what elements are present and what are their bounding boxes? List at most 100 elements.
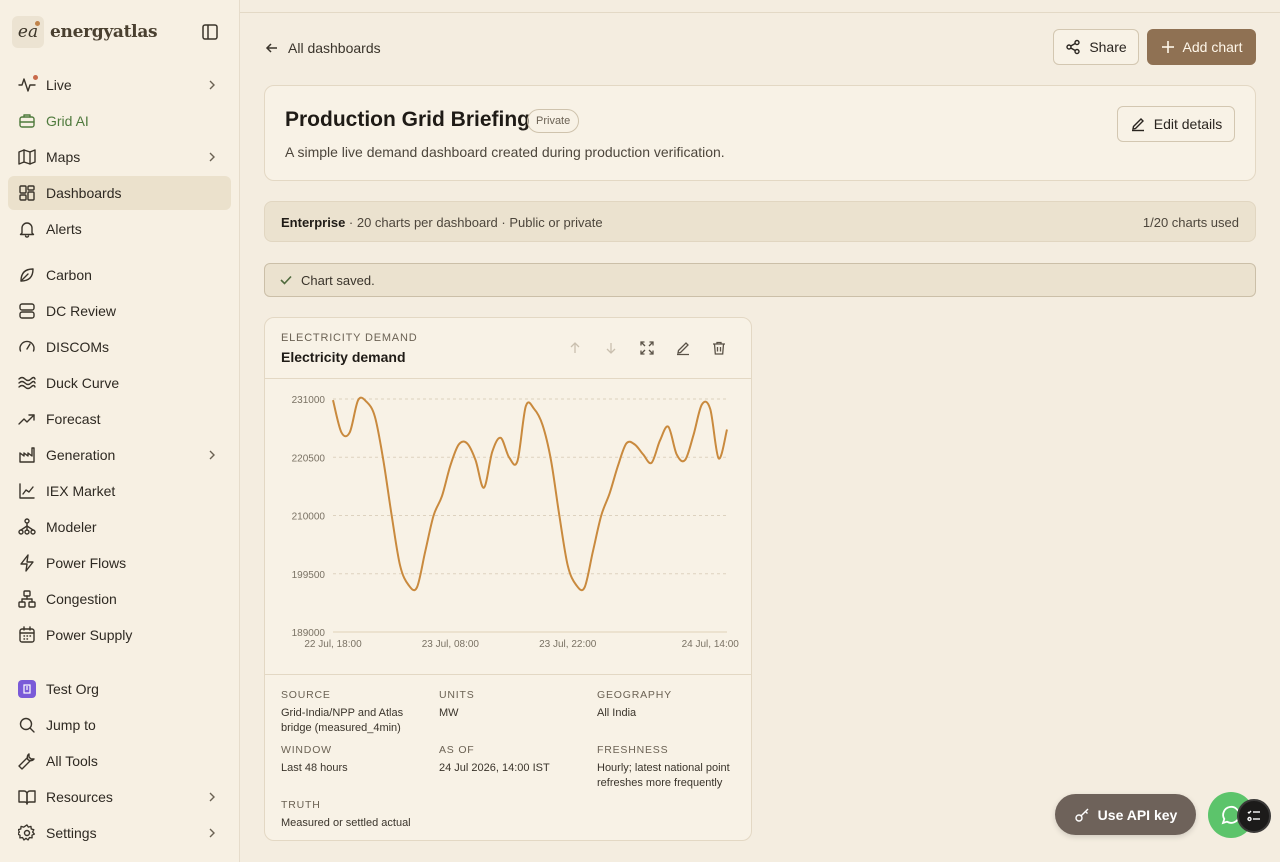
meta-as-of: AS OF 24 Jul 2026, 14:00 IST [439,743,579,776]
chevron-right-icon [209,450,215,460]
meta-truth-value: Measured or settled actual [281,817,411,829]
key-icon [1074,808,1089,822]
chart-title: Electricity demand [281,349,406,365]
sidebar-item-all-tools[interactable]: All Tools [8,744,231,778]
chevron-right-icon [209,828,215,838]
expand-icon [640,341,654,355]
charts-usage: 1/20 charts used [1142,215,1239,230]
check-icon [280,275,292,285]
sidebar-item-settings[interactable]: Settings [8,816,231,850]
sidebar-item-modeler[interactable]: Modeler [8,510,231,544]
factory-icon [18,446,36,464]
pencil-icon [1131,118,1144,132]
y-tick-label: 220500 [292,453,326,464]
sidebar-item-label: Power Flows [46,555,127,571]
org-icon [18,680,36,698]
y-tick-label: 199500 [292,570,326,581]
trash-icon [713,341,725,355]
sidebar-collapse-button[interactable] [200,22,220,42]
meta-units: UNITS MW [439,688,579,721]
gauge-icon [18,338,36,356]
arrow-left-icon [265,43,277,53]
meta-source: SOURCE Grid-India/NPP and Atlas bridge (… [281,688,421,736]
activity-icon [18,75,38,94]
sidebar-item-forecast[interactable]: Forecast [8,402,231,436]
meta-geography: GEOGRAPHY All India [597,688,737,721]
sidebar-item-test-org[interactable]: Test Org [8,672,231,706]
sidebar-item-label: Live [46,77,72,93]
dashboard-description: A simple live demand dashboard created d… [285,144,725,160]
share-icon [1066,39,1081,55]
share-label: Share [1089,39,1127,55]
sidebar-item-alerts[interactable]: Alerts [8,212,231,246]
meta-truth-label: TRUTH [281,799,321,811]
meta-units-label: UNITS [439,689,475,701]
sidebar-item-label: All Tools [46,753,98,769]
dashboard-icon [18,184,36,202]
sidebar-item-congestion[interactable]: Congestion [8,582,231,616]
meta-window-value: Last 48 hours [281,762,348,774]
expand-button[interactable] [637,338,657,358]
panel-left-icon [202,24,218,40]
sidebar-item-duck-curve[interactable]: Duck Curve [8,366,231,400]
tasks-button[interactable] [1237,799,1271,833]
sidebar-item-live[interactable]: Live [8,68,231,102]
sidebar-item-maps[interactable]: Maps [8,140,231,174]
sidebar-item-label: Settings [46,825,97,841]
meta-window-label: WINDOW [281,744,332,756]
dashboard-title: Production Grid Briefing [285,108,530,131]
back-to-dashboards-link[interactable]: All dashboards [264,38,381,58]
book-icon [18,788,36,806]
move-up-button[interactable] [565,338,585,358]
demand-series-line [332,396,728,592]
meta-truth: TRUTH Measured or settled actual [281,798,421,831]
y-tick-label: 231000 [292,395,326,406]
share-button[interactable]: Share [1053,29,1139,65]
bell-icon [18,220,36,238]
sidebar-item-dashboards[interactable]: Dashboards [8,176,231,210]
chart-card: ELECTRICITY DEMAND Electricity demand 18… [264,317,752,841]
chevron-right-icon [209,80,215,90]
meta-units-value: MW [439,707,459,719]
plan-details: · 20 charts per dashboard · Public or pr… [345,215,603,230]
sidebar-item-iex-market[interactable]: IEX Market [8,474,231,508]
meta-freshness-value: Hourly; latest national point refreshes … [597,762,730,789]
logo-mark: ea [12,16,44,48]
plus-icon [1161,41,1174,53]
back-link-label: All dashboards [288,40,381,56]
edit-chart-button[interactable] [673,338,693,358]
app-logo[interactable]: ea energyatlas [12,16,158,48]
app-name: energyatlas [50,22,158,42]
sidebar-item-label: Alerts [46,221,82,237]
add-chart-button[interactable]: Add chart [1147,29,1256,65]
x-tick-label: 22 Jul, 18:00 [304,639,362,650]
wrench-icon [18,752,36,770]
use-api-key-button[interactable]: Use API key [1055,794,1196,835]
sidebar-item-label: Power Supply [46,627,133,643]
calendar-grid-icon [18,626,36,644]
trending-up-icon [18,410,36,428]
sidebar-item-jump-to[interactable]: Jump to [8,708,231,742]
meta-source-value: Grid-India/NPP and Atlas bridge (measure… [281,707,404,734]
sidebar-item-carbon[interactable]: Carbon [8,258,231,292]
delete-chart-button[interactable] [709,338,729,358]
edit-details-label: Edit details [1153,116,1223,132]
sidebar-item-power-flows[interactable]: Power Flows [8,546,231,580]
sidebar-item-label: DC Review [46,303,117,319]
leaf-icon [18,266,36,284]
sidebar-item-discoms[interactable]: DISCOMs [8,330,231,364]
sidebar-item-generation[interactable]: Generation [8,438,231,472]
sidebar-item-label: Forecast [46,411,101,427]
gear-icon [18,824,36,842]
server-icon [18,302,36,320]
sidebar-item-power-supply[interactable]: Power Supply [8,618,231,652]
sidebar-item-grid-ai[interactable]: Grid AI [8,104,231,138]
add-chart-label: Add chart [1182,39,1243,55]
edit-details-button[interactable]: Edit details [1117,106,1235,142]
line-chart-icon [18,482,36,500]
sidebar-item-label: Resources [46,789,113,805]
x-tick-label: 23 Jul, 22:00 [539,639,597,650]
sidebar-item-dc-review[interactable]: DC Review [8,294,231,328]
sidebar-item-resources[interactable]: Resources [8,780,231,814]
move-down-button[interactable] [601,338,621,358]
